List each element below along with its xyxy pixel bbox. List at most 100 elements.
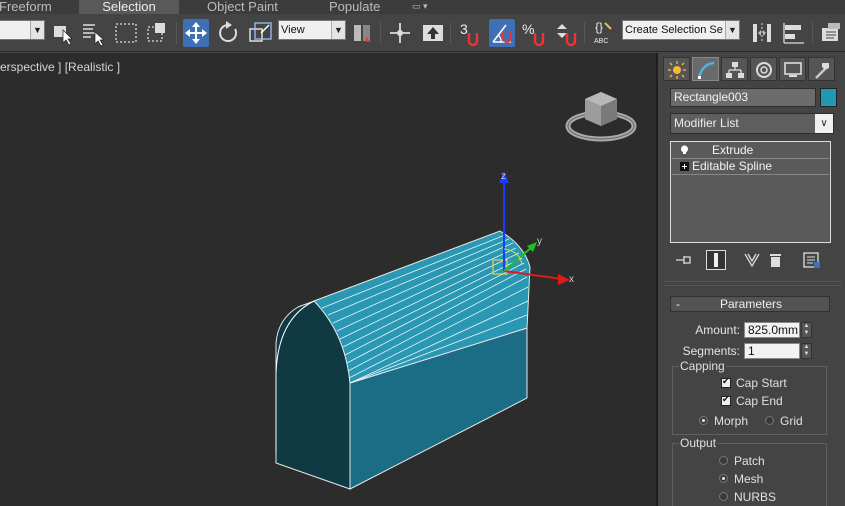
mirror-button[interactable]: [749, 19, 775, 47]
toolbar-separator: [812, 22, 813, 44]
chevron-down-icon: ▼: [331, 21, 345, 39]
select-object-icon: [54, 26, 73, 46]
reference-coordinate-dropdown[interactable]: View ▼: [278, 20, 346, 40]
toolbar-separator: [584, 22, 585, 44]
tab-object-paint[interactable]: Object Paint: [197, 0, 288, 14]
pin-stack-button[interactable]: [674, 250, 694, 270]
tab-populate[interactable]: Populate: [319, 0, 390, 14]
lightbulb-icon[interactable]: [680, 145, 689, 154]
tab-motion[interactable]: [750, 57, 777, 81]
command-panel-tabs: [660, 53, 845, 83]
percent-snap-toggle-button[interactable]: %: [521, 19, 547, 47]
toolbar-separator: [450, 22, 451, 44]
select-and-scale-button[interactable]: [247, 19, 273, 47]
output-group: Output Patch Mesh NURBS: [672, 436, 827, 506]
ribbon-tabs: Freeform Selection Object Paint Populate…: [0, 0, 845, 14]
patch-radio[interactable]: [719, 456, 728, 465]
gizmo-x-label: x: [569, 274, 574, 285]
trash-icon: [770, 254, 781, 267]
tab-create[interactable]: [663, 57, 690, 81]
utilities-hammer-icon: [815, 63, 829, 79]
cap-end-checkbox[interactable]: [721, 394, 731, 406]
gizmo-y-label: y: [537, 236, 542, 247]
percent-snap-icon: %: [522, 21, 545, 47]
main-toolbar: ▼ View ▼ 3 % {} ABC Create Selection Se …: [0, 14, 845, 52]
keyboard-shortcut-override-button[interactable]: [420, 19, 446, 47]
tab-selection[interactable]: Selection: [79, 0, 179, 14]
spinner-snap-toggle-button[interactable]: [553, 19, 579, 47]
make-unique-button[interactable]: [742, 250, 762, 270]
svg-text:%: %: [522, 21, 534, 37]
cap-start-checkbox[interactable]: [721, 376, 731, 388]
cap-start-label: Cap Start: [736, 376, 787, 390]
motion-icon: [756, 62, 772, 78]
toggle-scene-explorer-button[interactable]: [818, 19, 844, 47]
snaps-toggle-button[interactable]: 3: [457, 19, 483, 47]
collapse-minus-icon: -: [676, 297, 680, 311]
make-unique-icon: [744, 253, 760, 268]
angle-snap-toggle-button[interactable]: [489, 19, 515, 47]
amount-spinner-arrows[interactable]: ▲ ▼: [801, 322, 812, 338]
rectangular-selection-region-button[interactable]: [113, 19, 139, 47]
tab-freeform[interactable]: Freeform: [0, 0, 62, 14]
grid-label: Grid: [780, 414, 803, 428]
edit-named-selection-sets-button[interactable]: {} ABC: [591, 19, 617, 47]
rollout-title: Parameters: [719, 297, 783, 311]
align-button[interactable]: [781, 19, 807, 47]
perspective-viewport[interactable]: z y x erspective ] [Realistic ]: [0, 53, 658, 506]
select-and-move-button[interactable]: [183, 19, 209, 47]
output-title: Output: [679, 436, 718, 450]
mesh-radio[interactable]: [719, 474, 728, 483]
remove-modifier-button[interactable]: [766, 250, 786, 270]
chevron-down-icon: ▼: [30, 21, 44, 39]
expand-plus-icon[interactable]: [680, 162, 689, 171]
stack-item-editable-spline[interactable]: Editable Spline: [672, 159, 829, 175]
modifier-list-label: Modifier List: [674, 116, 739, 130]
nurbs-label: NURBS: [734, 490, 777, 504]
object-name-field[interactable]: Rectangle003: [670, 88, 816, 107]
segments-label: Segments:: [682, 344, 740, 358]
selection-filter-dropdown[interactable]: ▼: [0, 20, 45, 40]
named-selection-sets-dropdown[interactable]: Create Selection Se ▼: [622, 20, 740, 40]
svg-text:ABC: ABC: [594, 38, 608, 45]
ribbon-options-dropdown-icon[interactable]: ▭ ▾: [402, 0, 438, 14]
angle-snap-icon: [492, 24, 512, 43]
tab-utilities[interactable]: [808, 57, 835, 81]
tab-modify[interactable]: [692, 57, 719, 81]
select-and-manipulate-button[interactable]: [387, 19, 413, 47]
tab-hierarchy[interactable]: [721, 57, 748, 81]
pin-icon: [676, 256, 691, 264]
mesh-label: Mesh: [734, 472, 764, 486]
amount-field[interactable]: 825.0mm: [744, 322, 800, 338]
select-object-button[interactable]: [50, 19, 76, 47]
configure-modifier-sets-icon: [803, 252, 820, 268]
extruded-object[interactable]: [275, 230, 531, 490]
modifier-stack: Extrude Editable Spline: [670, 141, 831, 243]
stack-item-extrude[interactable]: Extrude: [672, 143, 829, 159]
modifier-list-dropdown[interactable]: Modifier List ∨: [670, 113, 834, 134]
named-selection-sets-value: Create Selection Se: [625, 24, 723, 36]
segments-field[interactable]: 1: [744, 343, 800, 359]
viewport-label-menu[interactable]: erspective ] [Realistic ]: [0, 60, 120, 74]
keyboard-shortcut-icon: [423, 25, 443, 41]
viewcube-icon[interactable]: [565, 92, 637, 142]
configure-modifier-sets-button[interactable]: [802, 250, 822, 270]
object-color-swatch[interactable]: [820, 88, 837, 107]
nurbs-radio[interactable]: [719, 492, 728, 501]
display-monitor-icon: [784, 62, 802, 77]
divider: [664, 281, 841, 282]
mirror-icon: [753, 23, 771, 43]
pivot-center-button[interactable]: [350, 19, 376, 47]
grid-radio[interactable]: [765, 416, 774, 425]
rectangle-selection-icon: [115, 23, 137, 43]
tab-display[interactable]: [779, 57, 806, 81]
show-end-result-button[interactable]: [706, 250, 726, 270]
select-by-name-button[interactable]: [80, 19, 106, 47]
viewport-scene: z y x: [275, 92, 637, 490]
segments-spinner-arrows[interactable]: ▲ ▼: [801, 343, 812, 359]
select-and-rotate-button[interactable]: [215, 19, 241, 47]
capping-group: Capping Cap Start Cap End Morph Grid: [672, 359, 827, 435]
window-crossing-button[interactable]: [145, 19, 171, 47]
parameters-rollout-header[interactable]: Parameters -: [670, 296, 830, 312]
morph-radio[interactable]: [699, 416, 708, 425]
